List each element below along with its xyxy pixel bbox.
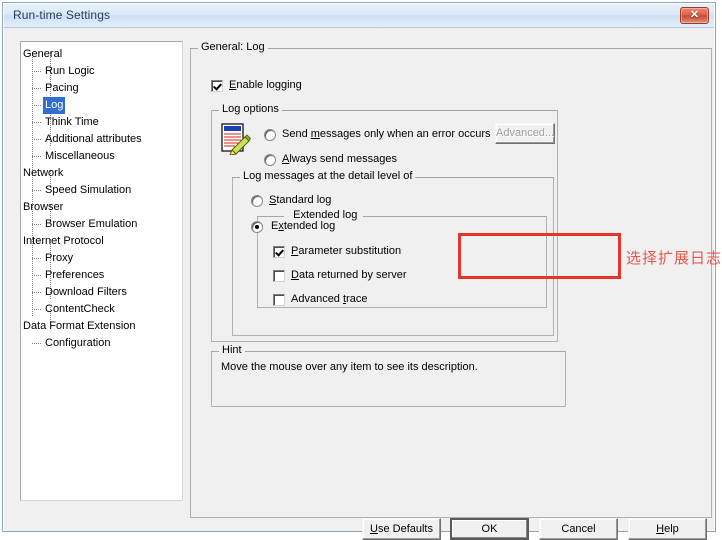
sidebar-item-configuration[interactable]: Configuration bbox=[21, 335, 182, 352]
runtime-settings-dialog: Run-time Settings ✕ General Run Logic Paci… bbox=[2, 2, 722, 540]
sidebar-item-miscellaneous[interactable]: Miscellaneous bbox=[21, 148, 182, 165]
general-log-groupbox-title: General: Log bbox=[198, 42, 268, 53]
sidebar-item-label: Miscellaneous bbox=[45, 150, 115, 162]
sidebar-item-download-filters[interactable]: Download Filters bbox=[21, 284, 182, 301]
sidebar-item-preferences[interactable]: Preferences bbox=[21, 267, 182, 284]
help-button[interactable]: Help bbox=[628, 518, 707, 540]
sidebar-item-label: Download Filters bbox=[45, 286, 127, 298]
radio-always-send-messages-label[interactable]: Always send messages bbox=[282, 153, 397, 166]
sidebar-item-speed-simulation[interactable]: Speed Simulation bbox=[21, 182, 182, 199]
sidebar-item-label: Data Format Extension bbox=[23, 320, 136, 332]
cancel-button[interactable]: Cancel bbox=[539, 518, 618, 540]
checkbox-data-returned-by-server[interactable] bbox=[273, 270, 285, 282]
dialog-client-area: General Run Logic Pacing Log Think Time Addit… bbox=[4, 28, 722, 540]
advanced-button-label: Advanced... bbox=[496, 127, 555, 139]
hint-groupbox: Hint Move the mouse over any item to see… bbox=[211, 345, 566, 407]
sidebar-item-label: Preferences bbox=[45, 269, 105, 281]
settings-content-pane: General: Log Enable logging Log options bbox=[190, 41, 722, 525]
sidebar-item-label: Log bbox=[43, 97, 66, 114]
use-defaults-button[interactable]: Use Defaults bbox=[362, 518, 441, 540]
sidebar-item-label: Browser Emulation bbox=[45, 218, 138, 230]
settings-tree: General Run Logic Pacing Log Think Time Addit… bbox=[21, 42, 182, 352]
sidebar-item-label: Think Time bbox=[45, 116, 99, 128]
sidebar-item-label: ContentCheck bbox=[45, 303, 115, 315]
sidebar-item-label: Run Logic bbox=[45, 65, 95, 77]
sidebar-item-think-time[interactable]: Think Time bbox=[21, 114, 182, 131]
sidebar-item-label: Internet Protocol bbox=[23, 235, 104, 247]
radio-standard-log-label[interactable]: Standard log bbox=[269, 194, 331, 207]
sidebar-item-run-logic[interactable]: Run Logic bbox=[21, 63, 182, 80]
sidebar-item-proxy[interactable]: Proxy bbox=[21, 250, 182, 267]
sidebar-item-log[interactable]: Log bbox=[21, 97, 182, 114]
radio-standard-log[interactable] bbox=[251, 195, 263, 207]
hint-text: Move the mouse over any item to see its … bbox=[221, 361, 478, 373]
ok-button[interactable]: OK bbox=[450, 518, 529, 540]
sidebar-item-data-format-extension[interactable]: Data Format Extension bbox=[21, 318, 182, 335]
sidebar-item-label: Proxy bbox=[45, 252, 74, 264]
checkbox-advanced-trace[interactable] bbox=[273, 294, 285, 306]
sidebar-item-label: General bbox=[23, 48, 63, 60]
checkbox-parameter-substitution[interactable] bbox=[273, 246, 285, 258]
help-label: Help bbox=[656, 523, 679, 535]
sidebar-item-browser-emulation[interactable]: Browser Emulation bbox=[21, 216, 182, 233]
log-options-title: Log options bbox=[219, 104, 282, 115]
enable-logging-checkbox[interactable] bbox=[211, 80, 223, 92]
sidebar-item-general[interactable]: General bbox=[21, 46, 182, 63]
title-bar: Run-time Settings ✕ bbox=[4, 4, 714, 28]
radio-send-messages-on-error-label[interactable]: Send messages only when an error occurs bbox=[282, 128, 491, 141]
radio-extended-log-label[interactable]: Extended log bbox=[269, 220, 338, 233]
sidebar-item-label: Browser bbox=[23, 201, 64, 213]
log-options-groupbox: Log options Send messages only when an e… bbox=[211, 104, 558, 342]
settings-tree-panel[interactable]: General Run Logic Pacing Log Think Time Addit… bbox=[20, 41, 183, 501]
detail-level-title: Log messages at the detail level of bbox=[240, 171, 416, 182]
cancel-label: Cancel bbox=[561, 523, 596, 535]
radio-send-messages-on-error[interactable] bbox=[264, 129, 276, 141]
sidebar-item-network[interactable]: Network bbox=[21, 165, 182, 182]
sidebar-item-pacing[interactable]: Pacing bbox=[21, 80, 182, 97]
sidebar-item-label: Additional attributes bbox=[45, 133, 142, 145]
ok-label: OK bbox=[481, 523, 498, 535]
checkbox-advanced-trace-label[interactable]: Advanced trace bbox=[291, 293, 367, 306]
general-log-groupbox: General: Log Enable logging Log options bbox=[190, 42, 712, 518]
use-defaults-label: Use Defaults bbox=[370, 523, 433, 535]
sidebar-item-internet-protocol[interactable]: Internet Protocol bbox=[21, 233, 182, 250]
sidebar-item-label: Pacing bbox=[45, 82, 79, 94]
sidebar-item-contentcheck[interactable]: ContentCheck bbox=[21, 301, 182, 318]
sidebar-item-label: Configuration bbox=[45, 337, 111, 349]
sidebar-item-label: Network bbox=[23, 167, 64, 179]
sidebar-item-browser[interactable]: Browser bbox=[21, 199, 182, 216]
radio-extended-log[interactable] bbox=[251, 221, 263, 233]
radio-always-send-messages[interactable] bbox=[264, 154, 276, 166]
checkbox-data-returned-by-server-label[interactable]: Data returned by server bbox=[291, 269, 407, 282]
sidebar-item-additional-attributes[interactable]: Additional attributes bbox=[21, 131, 182, 148]
window-title: Run-time Settings bbox=[13, 8, 111, 22]
checkbox-parameter-substitution-label[interactable]: Parameter substitution bbox=[291, 245, 401, 258]
annotation-text: 选择扩展日志,参数替换; bbox=[626, 250, 722, 267]
advanced-button: Advanced... bbox=[495, 123, 555, 144]
hint-title: Hint bbox=[219, 345, 245, 356]
detail-level-groupbox: Log messages at the detail level of Stan… bbox=[232, 171, 554, 336]
sidebar-item-label: Speed Simulation bbox=[45, 184, 132, 196]
close-button[interactable]: ✕ bbox=[680, 7, 709, 24]
close-icon: ✕ bbox=[689, 9, 700, 21]
enable-logging-label[interactable]: Enable logging bbox=[229, 79, 302, 92]
log-notepad-pencil-icon bbox=[221, 123, 251, 155]
